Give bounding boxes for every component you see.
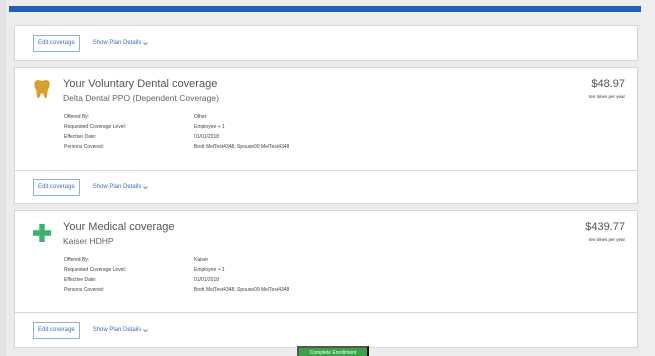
chevron-down-icon: [143, 41, 149, 45]
detail-label: Requested Coverage Level:: [64, 267, 126, 273]
detail-row: Effective Date: 01/01/2018: [64, 132, 454, 142]
card-divider: [15, 170, 637, 171]
detail-label: Effective Date:: [64, 134, 97, 140]
plan-name: Delta Dental PPO (Dependent Coverage): [63, 93, 219, 103]
edit-coverage-button[interactable]: Edit coverage: [33, 178, 80, 196]
coverage-price: $48.97: [591, 78, 625, 90]
header-accent-bar: [9, 6, 641, 12]
tooth-icon: [34, 80, 50, 99]
coverage-details: Offered By: Kaiser Requested Coverage Le…: [64, 255, 454, 295]
detail-label: Offered By:: [64, 114, 90, 120]
coverage-title: Your Voluntary Dental coverage: [63, 78, 218, 90]
detail-row: Persons Covered: Brett MelTest4348, Spou…: [64, 285, 454, 295]
previous-coverage-actions: Edit coverage Show Plan Details: [14, 25, 638, 61]
left-page-edge: [0, 0, 6, 356]
detail-row: Effective Date: 01/01/2018: [64, 275, 454, 285]
coverage-price: $439.77: [585, 221, 625, 233]
dental-coverage-card: Your Voluntary Dental coverage Delta Den…: [14, 67, 638, 204]
coverage-title: Your Medical coverage: [63, 221, 175, 233]
detail-label: Offered By:: [64, 257, 90, 263]
payment-frequency: ten times per year: [588, 94, 625, 99]
show-plan-details-link[interactable]: Show Plan Details: [93, 184, 149, 190]
detail-value: Employee + 1: [194, 124, 225, 130]
detail-label: Persons Covered:: [64, 144, 105, 150]
detail-value: Brett MelTest4348, Spouse09 MelTest4348: [194, 144, 290, 150]
medical-coverage-card: Your Medical coverage Kaiser HDHP $439.7…: [14, 210, 638, 348]
show-plan-details-label: Show Plan Details: [92, 40, 142, 46]
plan-name: Kaiser HDHP: [63, 236, 114, 246]
show-plan-details-link[interactable]: Show Plan Details: [93, 40, 149, 46]
complete-enrollment-button[interactable]: Complete Enrollment: [297, 346, 369, 356]
show-plan-details-link[interactable]: Show Plan Details: [93, 327, 149, 333]
detail-label: Requested Coverage Level:: [64, 124, 126, 130]
edit-coverage-button[interactable]: Edit coverage: [33, 321, 80, 339]
detail-value: Employee + 1: [194, 267, 225, 273]
chevron-down-icon: [143, 185, 149, 189]
edit-coverage-button[interactable]: Edit coverage: [33, 34, 80, 52]
payment-frequency: ten times per year: [588, 237, 625, 242]
show-plan-details-label: Show Plan Details: [92, 327, 142, 333]
detail-value: Brett MelTest4348, Spouse09 MelTest4348: [194, 287, 290, 293]
show-plan-details-label: Show Plan Details: [92, 184, 142, 190]
detail-row: Requested Coverage Level: Employee + 1: [64, 265, 454, 275]
detail-row: Persons Covered: Brett MelTest4348, Spou…: [64, 142, 454, 152]
detail-label: Persons Covered:: [64, 287, 105, 293]
medical-cross-icon: [33, 224, 51, 242]
detail-value: Kaiser: [194, 257, 209, 263]
detail-row: Offered By: Other: [64, 112, 454, 122]
detail-row: Offered By: Kaiser: [64, 255, 454, 265]
right-scroll-area: [641, 0, 655, 356]
coverage-details: Offered By: Other Requested Coverage Lev…: [64, 112, 454, 152]
detail-value: 01/01/2018: [194, 277, 220, 283]
detail-row: Requested Coverage Level: Employee + 1: [64, 122, 454, 132]
chevron-down-icon: [143, 328, 149, 332]
detail-value: Other: [194, 114, 207, 120]
card-divider: [15, 312, 637, 313]
detail-label: Effective Date:: [64, 277, 97, 283]
detail-value: 01/01/2018: [194, 134, 220, 140]
